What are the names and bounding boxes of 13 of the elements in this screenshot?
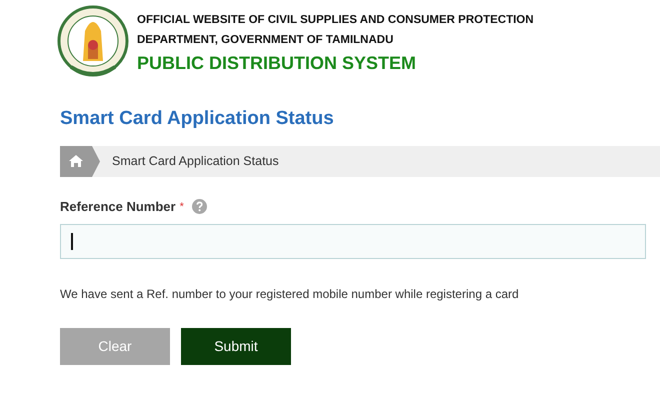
reference-number-field[interactable] bbox=[60, 224, 646, 258]
header-line: DEPARTMENT, GOVERNMENT OF TAMILNADU bbox=[137, 33, 394, 48]
help-icon[interactable] bbox=[192, 199, 207, 214]
text-cursor bbox=[71, 232, 72, 250]
hint-text: We have sent a Ref. number to your registered mobile number while registering a card bbox=[60, 286, 520, 302]
home-icon[interactable] bbox=[60, 146, 100, 177]
page-title: Smart Card Application Status bbox=[60, 107, 335, 131]
submit-button[interactable]: Submit bbox=[181, 328, 291, 364]
breadcrumb-item: Smart Card Application Status bbox=[112, 153, 279, 170]
required-mark: * bbox=[180, 200, 184, 214]
header-line: OFFICIAL WEBSITE OF CIVIL SUPPLIES AND CONSUMER PROTECTION bbox=[137, 13, 534, 28]
site-title: PUBLIC DISTRIBUTION SYSTEM bbox=[137, 52, 418, 75]
field-label: Reference Number bbox=[60, 198, 176, 216]
